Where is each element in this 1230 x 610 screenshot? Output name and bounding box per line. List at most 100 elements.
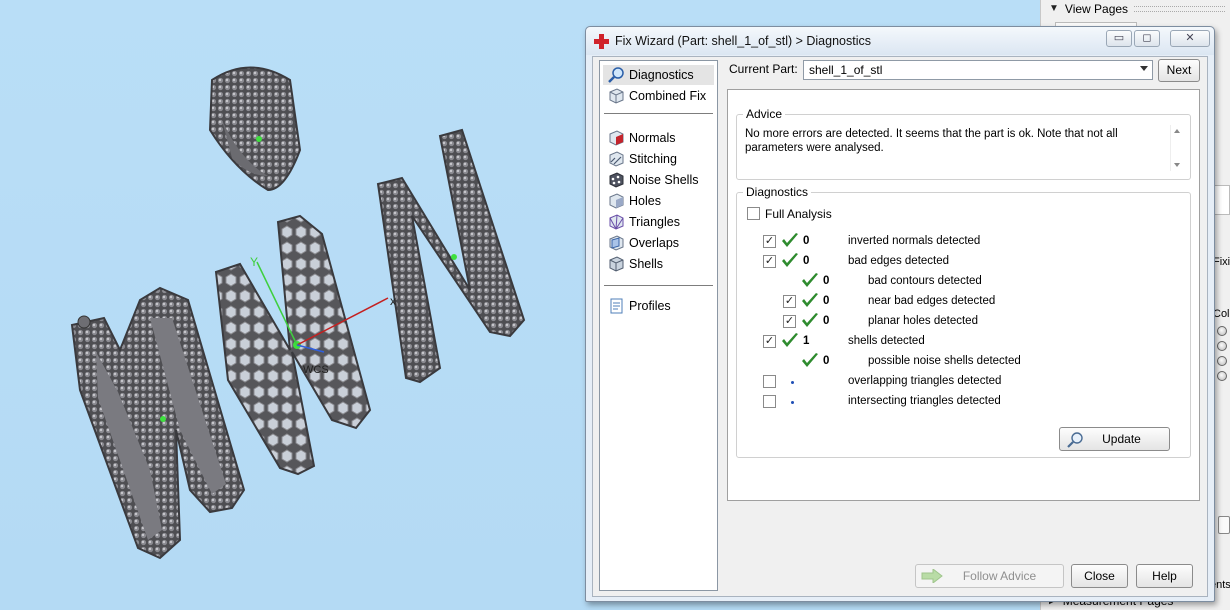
chevron-down-icon [1140, 66, 1148, 71]
nav-label: Stitching [629, 152, 677, 166]
nav-item-diagnostics[interactable]: Diagnostics [603, 65, 714, 85]
nav-item-profiles[interactable]: Profiles [603, 296, 714, 316]
nav-item-overlaps[interactable]: Overlaps [603, 233, 714, 253]
diagnostic-label: overlapping triangles detected [848, 375, 1002, 387]
magnifier-icon [1067, 432, 1083, 448]
update-label: Update [1102, 432, 1141, 446]
diagnostics-title: Diagnostics [743, 185, 812, 199]
triangles-icon [609, 214, 624, 230]
diagnostic-checkbox[interactable] [763, 375, 776, 388]
side-radio-3[interactable] [1217, 356, 1227, 366]
side-radio-4[interactable] [1217, 371, 1227, 381]
green-check-icon [802, 293, 818, 307]
diagnostic-label: planar holes detected [868, 315, 978, 327]
nav-label: Shells [629, 257, 664, 271]
diagnostic-checkbox[interactable]: ✓ [763, 235, 776, 248]
full-analysis-checkbox[interactable] [747, 207, 760, 220]
side-radio-1[interactable] [1217, 326, 1227, 336]
y-axis-label: Y [250, 255, 258, 269]
nav-item-stitching[interactable]: Stitching [603, 149, 714, 169]
nav-item-normals[interactable]: Normals [603, 128, 714, 148]
nav-label: Profiles [629, 299, 671, 313]
wizard-nav: Diagnostics Combined Fix Normals Stitchi… [599, 60, 718, 591]
nav-label: Diagnostics [629, 68, 694, 82]
diagnostic-label: shells detected [848, 335, 925, 347]
x-axis-label: x [390, 294, 396, 308]
dialog-titlebar[interactable]: Fix Wizard (Part: shell_1_of_stl) > Diag… [586, 27, 1214, 55]
nav-item-triangles[interactable]: Triangles [603, 212, 714, 232]
fix-wizard-dialog: Fix Wizard (Part: shell_1_of_stl) > Diag… [585, 26, 1215, 602]
diagnostic-checkbox[interactable]: ✓ [783, 295, 796, 308]
nav-item-noise-shells[interactable]: Noise Shells [603, 170, 714, 190]
box-icon [1218, 516, 1230, 534]
stitching-icon [609, 151, 624, 167]
update-button[interactable]: Update [1059, 427, 1170, 451]
current-part-select[interactable]: shell_1_of_stl [803, 60, 1153, 80]
diagnostic-label: inverted normals detected [848, 235, 981, 247]
letter-honeycomb-model [214, 214, 372, 476]
profiles-icon [610, 298, 623, 314]
scroll-up-icon[interactable] [1174, 129, 1180, 133]
current-part-value: shell_1_of_stl [809, 63, 883, 77]
diagnostic-label: bad contours detected [868, 275, 982, 287]
noise-shells-icon [609, 172, 624, 188]
follow-advice-button[interactable]: Follow Advice [915, 564, 1064, 588]
nav-label: Normals [629, 131, 676, 145]
minimize-button[interactable]: ▭ [1106, 30, 1132, 47]
diagnostic-checkbox[interactable] [763, 395, 776, 408]
diagnostic-count: 0 [823, 295, 830, 307]
green-check-icon [782, 253, 798, 267]
pending-dot-icon [791, 381, 794, 384]
view-pages-header[interactable]: ▼ View Pages [1049, 0, 1230, 17]
side-radio-2[interactable] [1217, 341, 1227, 351]
full-analysis-label: Full Analysis [765, 207, 832, 221]
green-check-icon [802, 313, 818, 327]
nav-item-combined-fix[interactable]: Combined Fix [603, 86, 714, 106]
maximize-button[interactable]: ◻ [1134, 30, 1160, 47]
diagnostic-count: 0 [823, 315, 830, 327]
close-button[interactable]: Close [1071, 564, 1128, 588]
nav-separator [604, 113, 713, 114]
green-check-icon [782, 233, 798, 247]
diagnostic-label: intersecting triangles detected [848, 395, 1001, 407]
origin-label: WCS [303, 364, 329, 376]
green-check-icon [782, 333, 798, 347]
diagnostic-checkbox[interactable]: ✓ [763, 335, 776, 348]
diagnostic-checkbox[interactable]: ✓ [783, 315, 796, 328]
fix-partial-label: Fixi [1213, 256, 1230, 268]
green-check-icon [802, 353, 818, 367]
diagnostic-checkbox[interactable]: ✓ [763, 255, 776, 268]
pending-dot-icon [791, 401, 794, 404]
diagnostic-label: bad edges detected [848, 255, 950, 267]
nav-label: Noise Shells [629, 173, 699, 187]
nav-label: Holes [629, 194, 661, 208]
nav-separator [604, 285, 713, 286]
diagnostics-panel: Advice No more errors are detected. It s… [727, 89, 1200, 501]
nav-label: Triangles [629, 215, 680, 229]
next-button[interactable]: Next [1158, 59, 1200, 82]
close-window-button[interactable]: ✕ [1170, 30, 1210, 47]
diagnostic-count: 0 [823, 275, 830, 287]
follow-advice-label: Follow Advice [962, 569, 1037, 583]
red-cross-icon [594, 34, 609, 49]
view-pages-label: View Pages [1064, 1, 1129, 16]
advice-scrollbar[interactable] [1170, 125, 1182, 171]
nav-item-holes[interactable]: Holes [603, 191, 714, 211]
nav-label: Combined Fix [629, 89, 707, 103]
overlaps-icon [609, 235, 624, 251]
magnifier-icon [608, 67, 624, 83]
help-button[interactable]: Help [1136, 564, 1193, 588]
cube-icon [609, 88, 624, 104]
arrow-right-icon [921, 569, 943, 583]
letter-n-right-model [376, 128, 526, 384]
normals-icon [609, 130, 624, 146]
advice-text: No more errors are detected. It seems th… [745, 128, 1118, 154]
collapse-triangle-icon: ▼ [1049, 3, 1059, 14]
diagnostic-label: near bad edges detected [868, 295, 996, 307]
advice-group: Advice No more errors are detected. It s… [736, 107, 1191, 180]
diagnostic-count: 0 [803, 235, 810, 247]
green-check-icon [802, 273, 818, 287]
scroll-down-icon[interactable] [1174, 163, 1180, 167]
color-partial-label: Colo [1213, 308, 1230, 320]
nav-item-shells[interactable]: Shells [603, 254, 714, 274]
